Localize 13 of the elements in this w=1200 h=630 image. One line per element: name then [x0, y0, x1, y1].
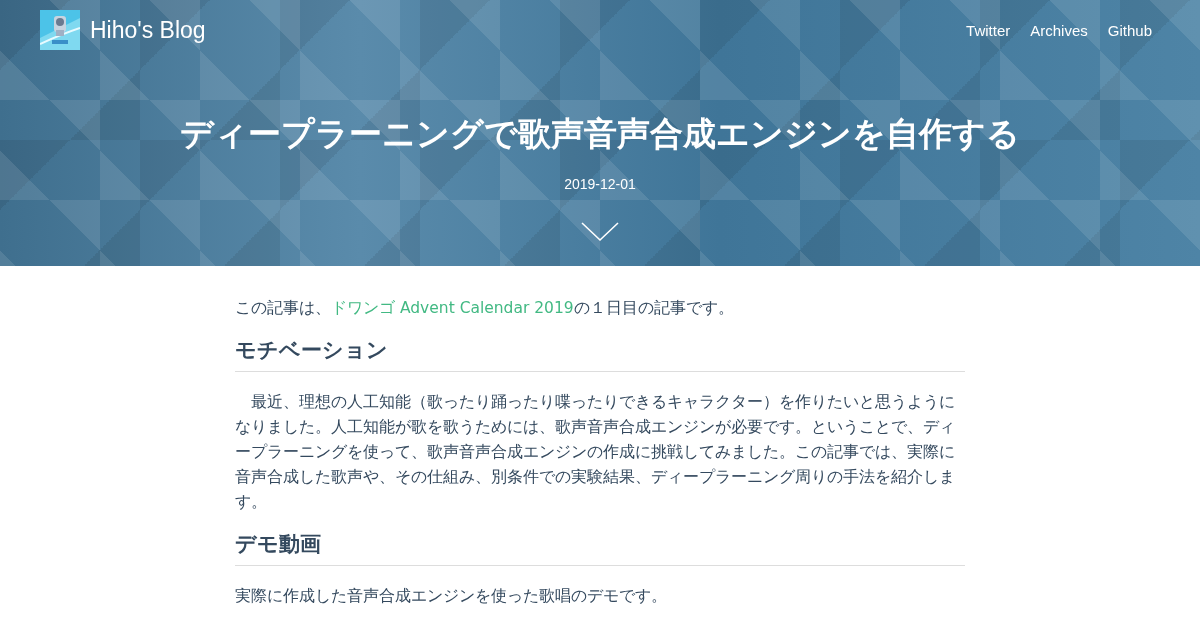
section-heading: デモ動画 [235, 529, 965, 566]
nav-link[interactable]: Twitter [966, 21, 1011, 39]
section-heading: モチベーション [235, 335, 965, 372]
calendar-link[interactable]: ドワンゴ Advent Calendar 2019 [331, 299, 574, 317]
paragraph: 実際に作成した音声合成エンジンを使った歌唱のデモです。 [235, 586, 668, 607]
post-title: ディープラーニングで歌声音声合成エンジンを自作する [179, 113, 1021, 155]
post-date: 2019-12-01 [563, 176, 637, 192]
nav-link[interactable]: Archives [1030, 21, 1088, 39]
nav-link[interactable]: Github [1107, 21, 1152, 39]
chevron-down-icon[interactable] [581, 222, 619, 242]
paragraph: 最近、理想の人工知能（歌ったり踊ったり喋ったりできるキャラクター）を作りたいと思うようになりました。人工知能が歌を歌うためには、歌声音声合成エンジンが必要です。ということで、ディープラーニングを使って、歌声音声合成エンジンの作成に挑戦してみました。この記事では、実際に音声合成した歌声や、その仕組み、別条件での実験結果、ディープラーニング周りの手法を紹介します。 [235, 392, 956, 513]
paragraph: この記事は、ドワンゴ Advent Calendar 2019の１日目の記事です。 [235, 298, 735, 319]
blog-title-link[interactable]: Hiho's Blog [90, 16, 206, 44]
